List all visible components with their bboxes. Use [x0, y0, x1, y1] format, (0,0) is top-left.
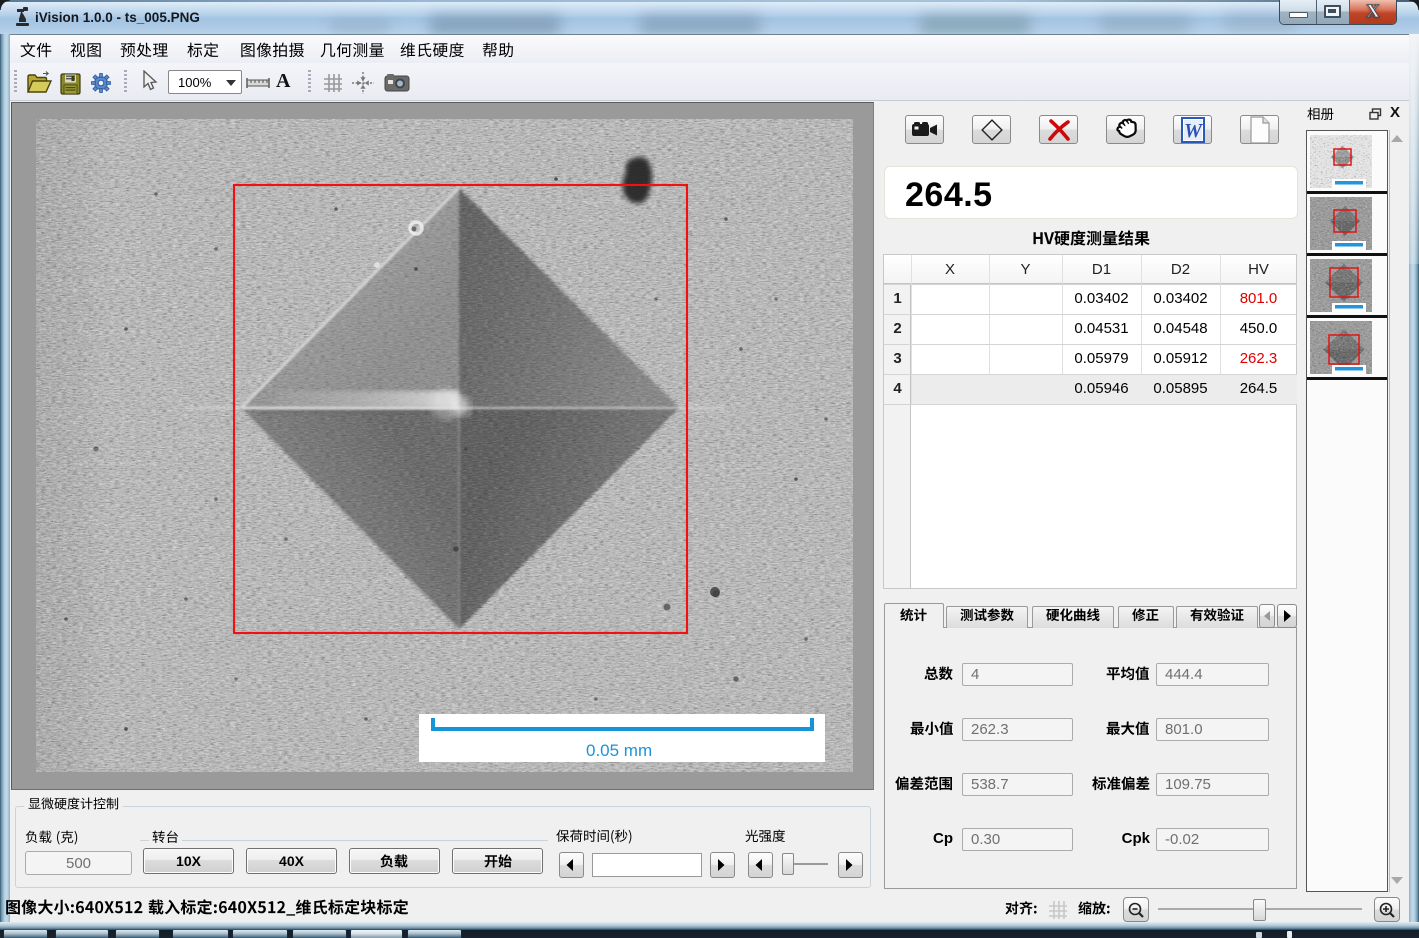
svg-text:W: W — [1184, 120, 1203, 142]
svg-text:0.05 mm: 0.05 mm — [586, 741, 652, 760]
